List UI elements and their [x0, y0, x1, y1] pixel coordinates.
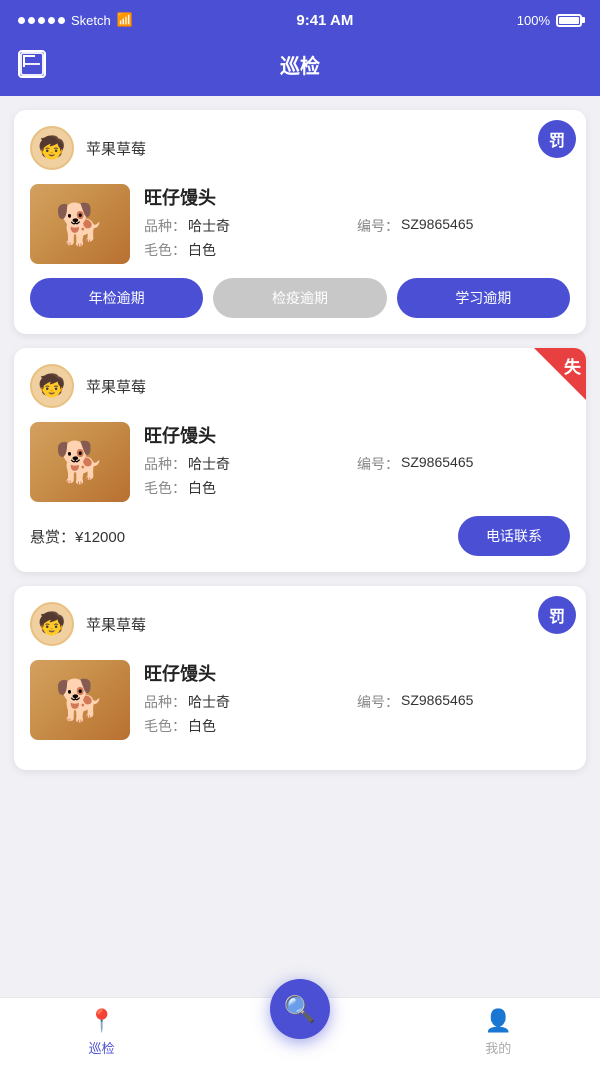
pet-id-2: 编号： SZ9865465: [357, 454, 570, 474]
breed-label-2: 品种：: [144, 454, 186, 474]
color-value-3: 白色: [188, 716, 216, 736]
owner-name-2: 苹果草莓: [86, 376, 146, 397]
status-left: Sketch 📶: [18, 12, 133, 28]
pet-color-3: 毛色： 白色: [144, 716, 357, 736]
clock: 9:41 AM: [296, 12, 353, 29]
search-fab[interactable]: 🔍: [270, 979, 330, 1039]
battery-label: 100%: [517, 13, 550, 28]
avatar-emoji-3: 🧒: [38, 611, 65, 637]
owner-name-1: 苹果草莓: [86, 138, 146, 159]
color-label-3: 毛色：: [144, 716, 186, 736]
color-value-1: 白色: [188, 240, 216, 260]
pet-breed-3: 品种： 哈士奇: [144, 692, 357, 712]
nav-item-mine[interactable]: 👤 我的: [458, 1008, 538, 1057]
pet-info-row-1: 🐕 旺仔馒头 品种： 哈士奇 编号： SZ9865465 毛色： 白色: [30, 184, 570, 264]
pet-card-2: 🧒 苹果草莓 失 🐕 旺仔馒头 品种： 哈士奇 编号：: [14, 348, 586, 572]
avatar-2: 🧒: [30, 364, 74, 408]
scan-button[interactable]: [18, 50, 46, 78]
penalty-badge-3: 罚: [538, 596, 576, 634]
app-header: 巡检: [0, 40, 600, 96]
action-row-1: 年检逾期 检疫逾期 学习逾期: [30, 278, 570, 318]
pet-name-2: 旺仔馒头: [144, 422, 570, 448]
pet-info-row-2: 🐕 旺仔馒头 品种： 哈士奇 编号： SZ9865465 毛色： 白色: [30, 422, 570, 502]
page-title: 巡检: [280, 50, 320, 79]
color-label-1: 毛色：: [144, 240, 186, 260]
avatar-1: 🧒: [30, 126, 74, 170]
pet-name-3: 旺仔馒头: [144, 660, 570, 686]
status-right: 100%: [517, 13, 582, 28]
id-label-2: 编号：: [357, 454, 399, 474]
reward-value: ¥12000: [75, 529, 125, 546]
nav-item-patrol[interactable]: 📍 巡检: [62, 1008, 142, 1057]
battery-icon: [556, 14, 582, 27]
card-header-3: 🧒 苹果草莓: [30, 602, 570, 646]
search-fab-icon: 🔍: [284, 994, 316, 1025]
pet-meta-1: 品种： 哈士奇 编号： SZ9865465 毛色： 白色: [144, 216, 570, 260]
breed-value-2: 哈士奇: [188, 454, 230, 474]
pet-card-3: 🧒 苹果草莓 罚 🐕 旺仔馒头 品种： 哈士奇 编号： SZ9865465: [14, 586, 586, 770]
contact-button[interactable]: 电话联系: [458, 516, 570, 556]
patrol-label: 巡检: [89, 1038, 115, 1057]
pet-image-1: 🐕: [30, 184, 130, 264]
reward-amount: 悬赏：¥12000: [30, 526, 125, 547]
breed-label-3: 品种：: [144, 692, 186, 712]
avatar-emoji-1: 🧒: [38, 135, 65, 161]
pet-id-1: 编号： SZ9865465: [357, 216, 570, 236]
id-label-3: 编号：: [357, 692, 399, 712]
pet-color-2: 毛色： 白色: [144, 478, 357, 498]
owner-name-3: 苹果草莓: [86, 614, 146, 635]
status-bar: Sketch 📶 9:41 AM 100%: [0, 0, 600, 40]
pet-meta-3: 品种： 哈士奇 编号： SZ9865465 毛色： 白色: [144, 692, 570, 736]
pet-color-1: 毛色： 白色: [144, 240, 357, 260]
lost-badge-text: 失: [564, 353, 581, 378]
pet-id-3: 编号： SZ9865465: [357, 692, 570, 712]
id-value-3: SZ9865465: [401, 692, 473, 712]
scan-icon: [20, 52, 44, 76]
color-label-2: 毛色：: [144, 478, 186, 498]
reward-label: 悬赏：: [30, 529, 75, 546]
pet-info-row-3: 🐕 旺仔馒头 品种： 哈士奇 编号： SZ9865465 毛色： 白色: [30, 660, 570, 740]
pet-image-2: 🐕: [30, 422, 130, 502]
id-value-2: SZ9865465: [401, 454, 473, 474]
card-header-2: 🧒 苹果草莓: [30, 364, 570, 408]
avatar-emoji-2: 🧒: [38, 373, 65, 399]
breed-label-1: 品种：: [144, 216, 186, 236]
pet-breed-1: 品种： 哈士奇: [144, 216, 357, 236]
carrier-label: Sketch: [71, 13, 111, 28]
annual-check-btn[interactable]: 年检逾期: [30, 278, 203, 318]
pet-details-3: 旺仔馒头 品种： 哈士奇 编号： SZ9865465 毛色： 白色: [144, 660, 570, 736]
mine-label: 我的: [485, 1038, 511, 1057]
pet-card-1: 🧒 苹果草莓 罚 🐕 旺仔馒头 品种： 哈士奇 编号： SZ9865465: [14, 110, 586, 334]
id-label-1: 编号：: [357, 216, 399, 236]
breed-value-1: 哈士奇: [188, 216, 230, 236]
id-value-1: SZ9865465: [401, 216, 473, 236]
pet-name-1: 旺仔馒头: [144, 184, 570, 210]
lost-badge-container: 失: [534, 348, 586, 400]
pet-meta-2: 品种： 哈士奇 编号： SZ9865465 毛色： 白色: [144, 454, 570, 498]
card-header-1: 🧒 苹果草莓: [30, 126, 570, 170]
patrol-icon: 📍: [88, 1008, 115, 1034]
breed-value-3: 哈士奇: [188, 692, 230, 712]
pet-details-1: 旺仔馒头 品种： 哈士奇 编号： SZ9865465 毛色： 白色: [144, 184, 570, 260]
wifi-icon: 📶: [117, 12, 133, 28]
pet-breed-2: 品种： 哈士奇: [144, 454, 357, 474]
study-btn[interactable]: 学习逾期: [397, 278, 570, 318]
avatar-3: 🧒: [30, 602, 74, 646]
reward-row: 悬赏：¥12000 电话联系: [30, 516, 570, 556]
pet-image-3: 🐕: [30, 660, 130, 740]
penalty-badge-1: 罚: [538, 120, 576, 158]
signal-dots: [18, 17, 65, 24]
pet-details-2: 旺仔馒头 品种： 哈士奇 编号： SZ9865465 毛色： 白色: [144, 422, 570, 498]
mine-icon: 👤: [485, 1008, 512, 1034]
color-value-2: 白色: [188, 478, 216, 498]
content-area: 🧒 苹果草莓 罚 🐕 旺仔馒头 品种： 哈士奇 编号： SZ9865465: [0, 96, 600, 850]
quarantine-btn[interactable]: 检疫逾期: [213, 278, 386, 318]
